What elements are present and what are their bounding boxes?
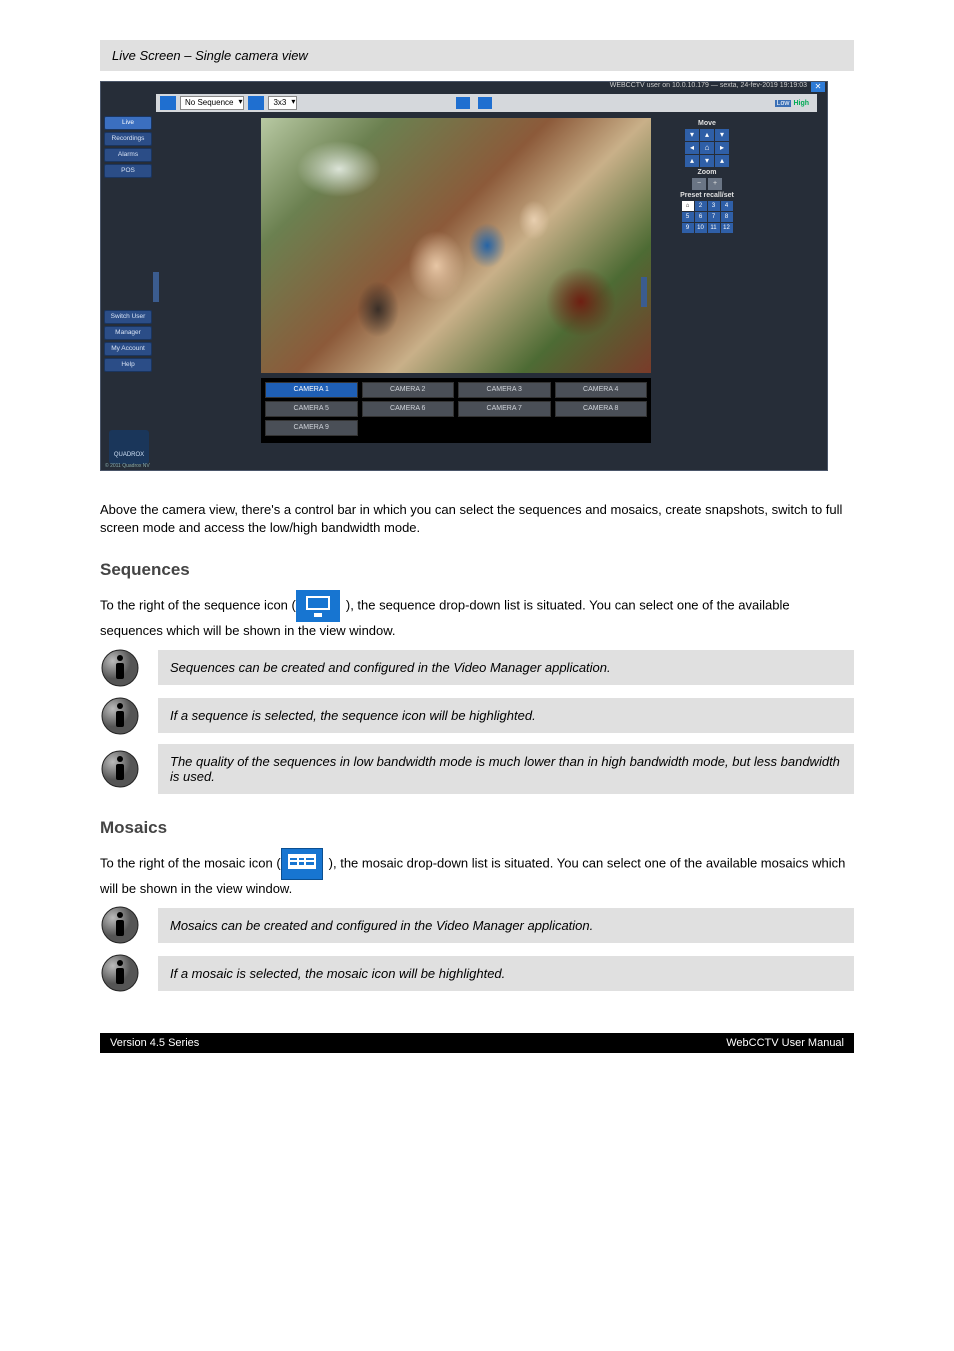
sequence-select[interactable]: No Sequence	[180, 96, 244, 110]
preset-9[interactable]: 9	[682, 223, 694, 233]
note-sequences-1: Sequences can be created and configured …	[158, 650, 854, 685]
mosaic-grid-icon	[281, 848, 323, 880]
preset-10[interactable]: 10	[695, 223, 707, 233]
preset-home[interactable]: ⌂	[682, 201, 694, 211]
nav-recordings[interactable]: Recordings	[104, 132, 152, 146]
page-footer: Version 4.5 Series WebCCTV User Manual	[100, 1033, 854, 1053]
mosaic-select[interactable]: 3x3	[268, 96, 297, 110]
ptz-right-icon[interactable]: ▸	[715, 142, 729, 154]
fullscreen-icon[interactable]	[478, 97, 492, 109]
nav-my-account[interactable]: My Account	[104, 342, 152, 356]
camera-video-feed[interactable]	[261, 118, 651, 373]
camera-button-3[interactable]: CAMERA 3	[458, 382, 551, 398]
footer-title: WebCCTV User Manual	[726, 1037, 844, 1049]
left-panel-toggle[interactable]	[153, 272, 159, 302]
preset-5[interactable]: 5	[682, 212, 694, 222]
sequences-paragraph: To the right of the sequence icon (), th…	[100, 590, 854, 640]
camera-button-8[interactable]: CAMERA 8	[555, 401, 648, 417]
right-panel-toggle[interactable]	[641, 277, 647, 307]
nav-switch-user[interactable]: Switch User	[104, 310, 152, 324]
zoom-in-icon[interactable]: +	[708, 178, 722, 190]
brand-logo: QUADROX	[109, 430, 149, 464]
sequences-heading: Sequences	[100, 560, 854, 580]
camera-button-6[interactable]: CAMERA 6	[362, 401, 455, 417]
note-mosaics-1: Mosaics can be created and configured in…	[158, 908, 854, 943]
sequence-icon[interactable]	[160, 96, 176, 110]
figure-caption: Live Screen – Single camera view	[100, 40, 854, 71]
snapshot-icon[interactable]	[456, 97, 470, 109]
info-icon	[100, 696, 140, 736]
mosaics-heading: Mosaics	[100, 818, 854, 838]
copyright-text: © 2011 Quadrox NV	[105, 463, 150, 469]
ptz-panel: Move ▾ ▴ ▾ ◂ ⌂ ▸ ▴ ▾ ▴ Zoom − + Preset r…	[677, 118, 737, 233]
preset-3[interactable]: 3	[708, 201, 720, 211]
preset-2[interactable]: 2	[695, 201, 707, 211]
info-icon	[100, 953, 140, 993]
ptz-preset-label: Preset recall/set	[677, 192, 737, 199]
ptz-move-label: Move	[677, 120, 737, 127]
close-icon[interactable]: ✕	[811, 82, 825, 92]
preset-11[interactable]: 11	[708, 223, 720, 233]
note-mosaics-2: If a mosaic is selected, the mosaic icon…	[158, 956, 854, 991]
note-sequences-3: The quality of the sequences in low band…	[158, 744, 854, 794]
camera-button-4[interactable]: CAMERA 4	[555, 382, 648, 398]
intro-paragraph: Above the camera view, there's a control…	[100, 501, 854, 536]
nav-live[interactable]: Live	[104, 116, 152, 130]
screenshot-live-view: WEBCCTV user on 10.0.10.179 — sexta, 24-…	[100, 81, 828, 471]
nav-help[interactable]: Help	[104, 358, 152, 372]
camera-button-5[interactable]: CAMERA 5	[265, 401, 358, 417]
nav-manager[interactable]: Manager	[104, 326, 152, 340]
preset-grid: ⌂ 2 3 4 5 6 7 8 9 10 11 12	[677, 201, 737, 233]
ptz-home-icon[interactable]: ⌂	[700, 142, 714, 154]
preset-12[interactable]: 12	[721, 223, 733, 233]
preset-6[interactable]: 6	[695, 212, 707, 222]
note-sequences-2: If a sequence is selected, the sequence …	[158, 698, 854, 733]
camera-button-2[interactable]: CAMERA 2	[362, 382, 455, 398]
mosaic-icon[interactable]	[248, 96, 264, 110]
ptz-left-icon[interactable]: ◂	[685, 142, 699, 154]
zoom-out-icon[interactable]: −	[692, 178, 706, 190]
preset-4[interactable]: 4	[721, 201, 733, 211]
info-icon	[100, 749, 140, 789]
info-icon	[100, 648, 140, 688]
window-titlebar: WEBCCTV user on 10.0.10.179 — sexta, 24-…	[407, 82, 827, 92]
bandwidth-toggle[interactable]: LowHigh	[775, 100, 809, 107]
camera-button-9[interactable]: CAMERA 9	[265, 420, 358, 436]
camera-button-1[interactable]: CAMERA 1	[265, 382, 358, 398]
info-icon	[100, 905, 140, 945]
nav-alarms[interactable]: Alarms	[104, 148, 152, 162]
ptz-down-left-icon[interactable]: ▴	[685, 155, 699, 167]
preset-8[interactable]: 8	[721, 212, 733, 222]
ptz-down-right-icon[interactable]: ▴	[715, 155, 729, 167]
ptz-zoom-label: Zoom	[677, 169, 737, 176]
top-toolbar: No Sequence 3x3 LowHigh	[156, 94, 817, 112]
footer-version: Version 4.5 Series	[110, 1037, 199, 1049]
preset-7[interactable]: 7	[708, 212, 720, 222]
ptz-up-icon[interactable]: ▴	[700, 129, 714, 141]
monitor-icon	[296, 590, 340, 622]
camera-button-7[interactable]: CAMERA 7	[458, 401, 551, 417]
ptz-up-right-icon[interactable]: ▾	[715, 129, 729, 141]
mosaics-paragraph: To the right of the mosaic icon (), the …	[100, 848, 854, 898]
camera-selector-bar: CAMERA 1 CAMERA 2 CAMERA 3 CAMERA 4 CAME…	[261, 378, 651, 443]
ptz-up-left-icon[interactable]: ▾	[685, 129, 699, 141]
nav-pos[interactable]: POS	[104, 164, 152, 178]
ptz-down-icon[interactable]: ▾	[700, 155, 714, 167]
